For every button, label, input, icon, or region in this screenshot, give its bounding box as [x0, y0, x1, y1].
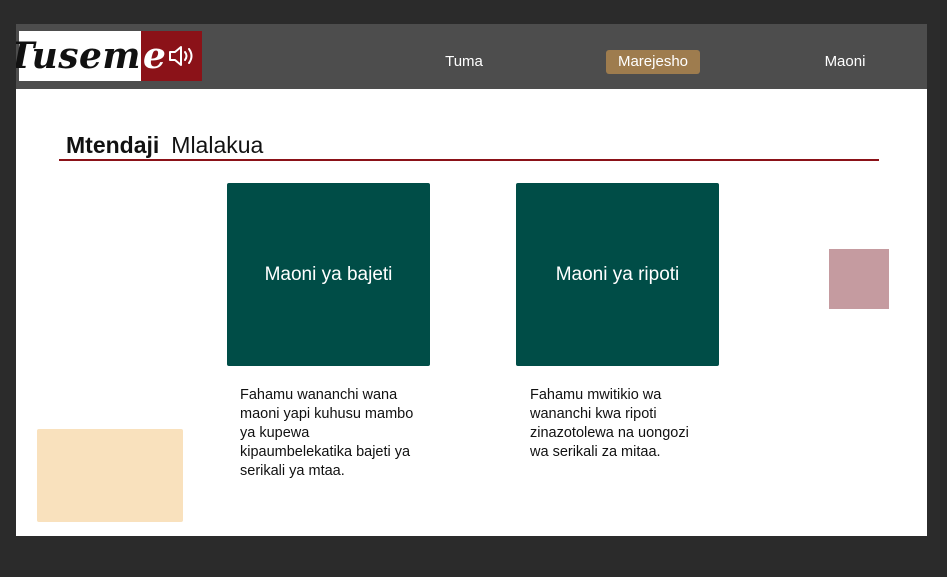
tuseme-logo[interactable]: Tusem e [16, 31, 202, 81]
top-navbar: Tusem e Tuma Marejesho Maoni [16, 24, 927, 89]
card-title: Maoni ya ripoti [555, 263, 680, 285]
nav-marejesho[interactable]: Marejesho [606, 50, 700, 74]
card-maoni-bajeti[interactable]: Maoni ya bajeti [227, 183, 430, 366]
app-window: Tusem e Tuma Marejesho Maoni Mtendaji Ml… [16, 24, 927, 536]
logo-e: e [143, 35, 166, 77]
card-title: Maoni ya bajeti [264, 263, 393, 285]
card-description-bajeti: Fahamu wananchi wana maoni yapi kuhusu m… [240, 387, 414, 479]
decorative-block-peach [37, 429, 183, 522]
logo-text-area: Tusem [16, 31, 141, 81]
heading-divider [59, 159, 879, 161]
page-heading: Mtendaji Mlalakua [66, 132, 263, 159]
speaker-icon [168, 46, 193, 66]
nav-maoni[interactable]: Maoni [816, 50, 874, 74]
logo-badge: e [141, 31, 202, 81]
nav-tuma[interactable]: Tuma [436, 50, 492, 74]
heading-role: Mtendaji [66, 132, 160, 158]
heading-name: Mlalakua [171, 132, 264, 158]
card-description-ripoti: Fahamu mwitikio wa wananchi kwa ripoti z… [530, 387, 689, 460]
decorative-block-pink [829, 249, 889, 309]
logo-text: Tusem [16, 35, 141, 77]
card-maoni-ripoti[interactable]: Maoni ya ripoti [516, 183, 719, 366]
